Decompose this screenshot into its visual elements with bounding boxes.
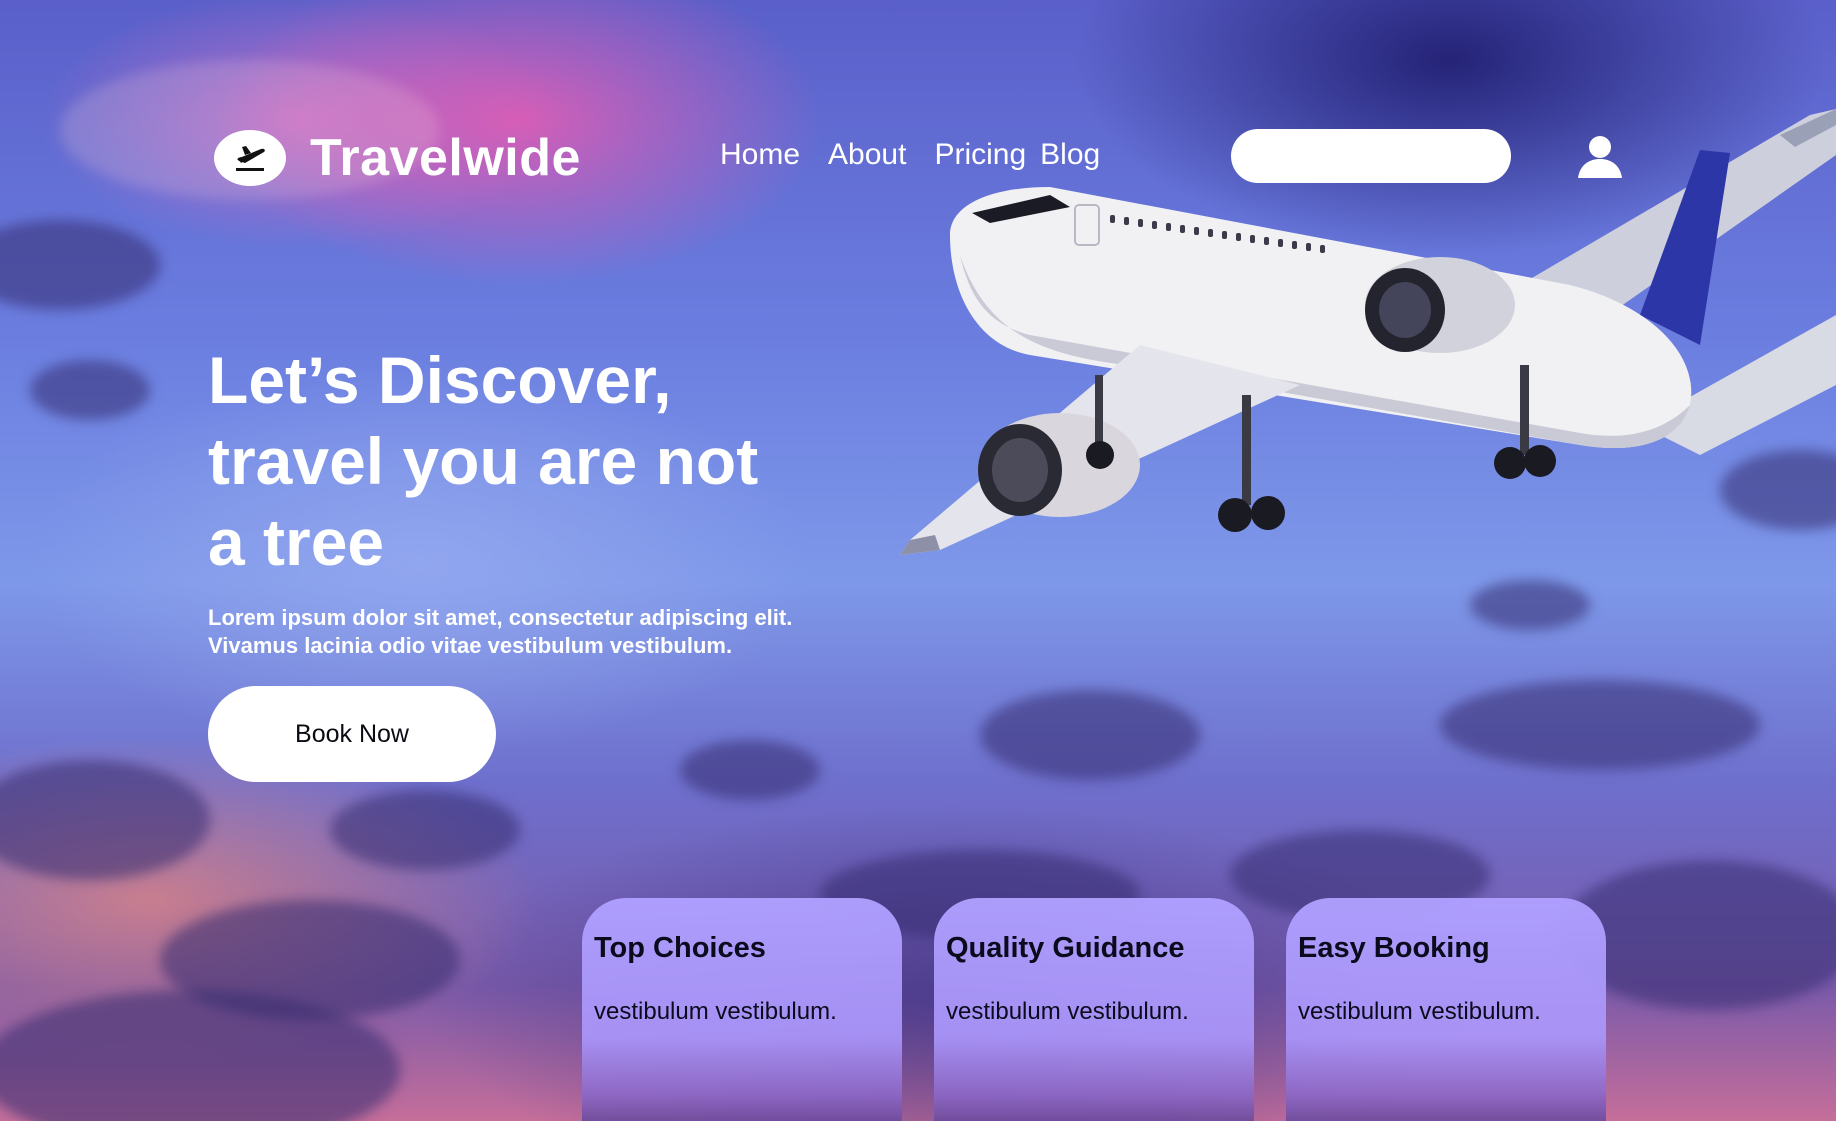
logo[interactable]: Travelwide	[214, 128, 581, 188]
book-now-button[interactable]: Book Now	[208, 686, 496, 782]
hero-subtitle-line: Vivamus lacinia odio vitae vestibulum ve…	[208, 633, 733, 658]
feature-card-text: vestibulum vestibulum.	[1298, 998, 1541, 1025]
cloud	[0, 220, 160, 310]
hero-title-line: travel you are not	[208, 424, 759, 498]
search-bar	[1205, 129, 1511, 183]
hero-title-line: a tree	[208, 505, 385, 579]
search-input[interactable]	[1205, 135, 1497, 177]
user-icon[interactable]	[1576, 132, 1624, 180]
brand-name: Travelwide	[310, 129, 581, 187]
nav-blog-link[interactable]: Blog	[1040, 138, 1100, 172]
feature-card-easy-booking[interactable]: Easy Booking vestibulum vestibulum.	[1286, 898, 1606, 1121]
feature-card-title: Quality Guidance	[946, 932, 1185, 964]
hero-title-line: Let’s Discover,	[208, 343, 672, 417]
cloud	[0, 760, 210, 880]
cloud	[1440, 680, 1760, 770]
cloud	[330, 790, 520, 870]
feature-card-title: Easy Booking	[1298, 932, 1490, 964]
feature-card-title: Top Choices	[594, 932, 766, 964]
feature-card-text: vestibulum vestibulum.	[946, 998, 1189, 1025]
hero-background: Travelwide Home About Pricing Blog Let’s…	[0, 0, 1836, 1121]
logo-badge	[214, 130, 286, 186]
nav-home-link[interactable]: Home	[720, 138, 800, 172]
cloud	[980, 690, 1200, 780]
main-nav: Home About Pricing Blog	[720, 138, 1128, 172]
airplane-takeoff-icon	[236, 146, 265, 171]
nav-pricing-link[interactable]: Pricing	[934, 138, 1026, 172]
feature-card-text: vestibulum vestibulum.	[594, 998, 837, 1025]
cloud	[680, 740, 820, 800]
cloud	[30, 360, 150, 420]
hero-subtitle: Lorem ipsum dolor sit amet, consectetur …	[208, 604, 888, 660]
feature-card-quality-guidance[interactable]: Quality Guidance vestibulum vestibulum.	[934, 898, 1254, 1121]
hero-title: Let’s Discover, travel you are not a tre…	[208, 340, 848, 583]
nav-about-link[interactable]: About	[828, 138, 906, 172]
hero-subtitle-line: Lorem ipsum dolor sit amet, consectetur …	[208, 605, 793, 630]
feature-card-top-choices[interactable]: Top Choices vestibulum vestibulum.	[582, 898, 902, 1121]
